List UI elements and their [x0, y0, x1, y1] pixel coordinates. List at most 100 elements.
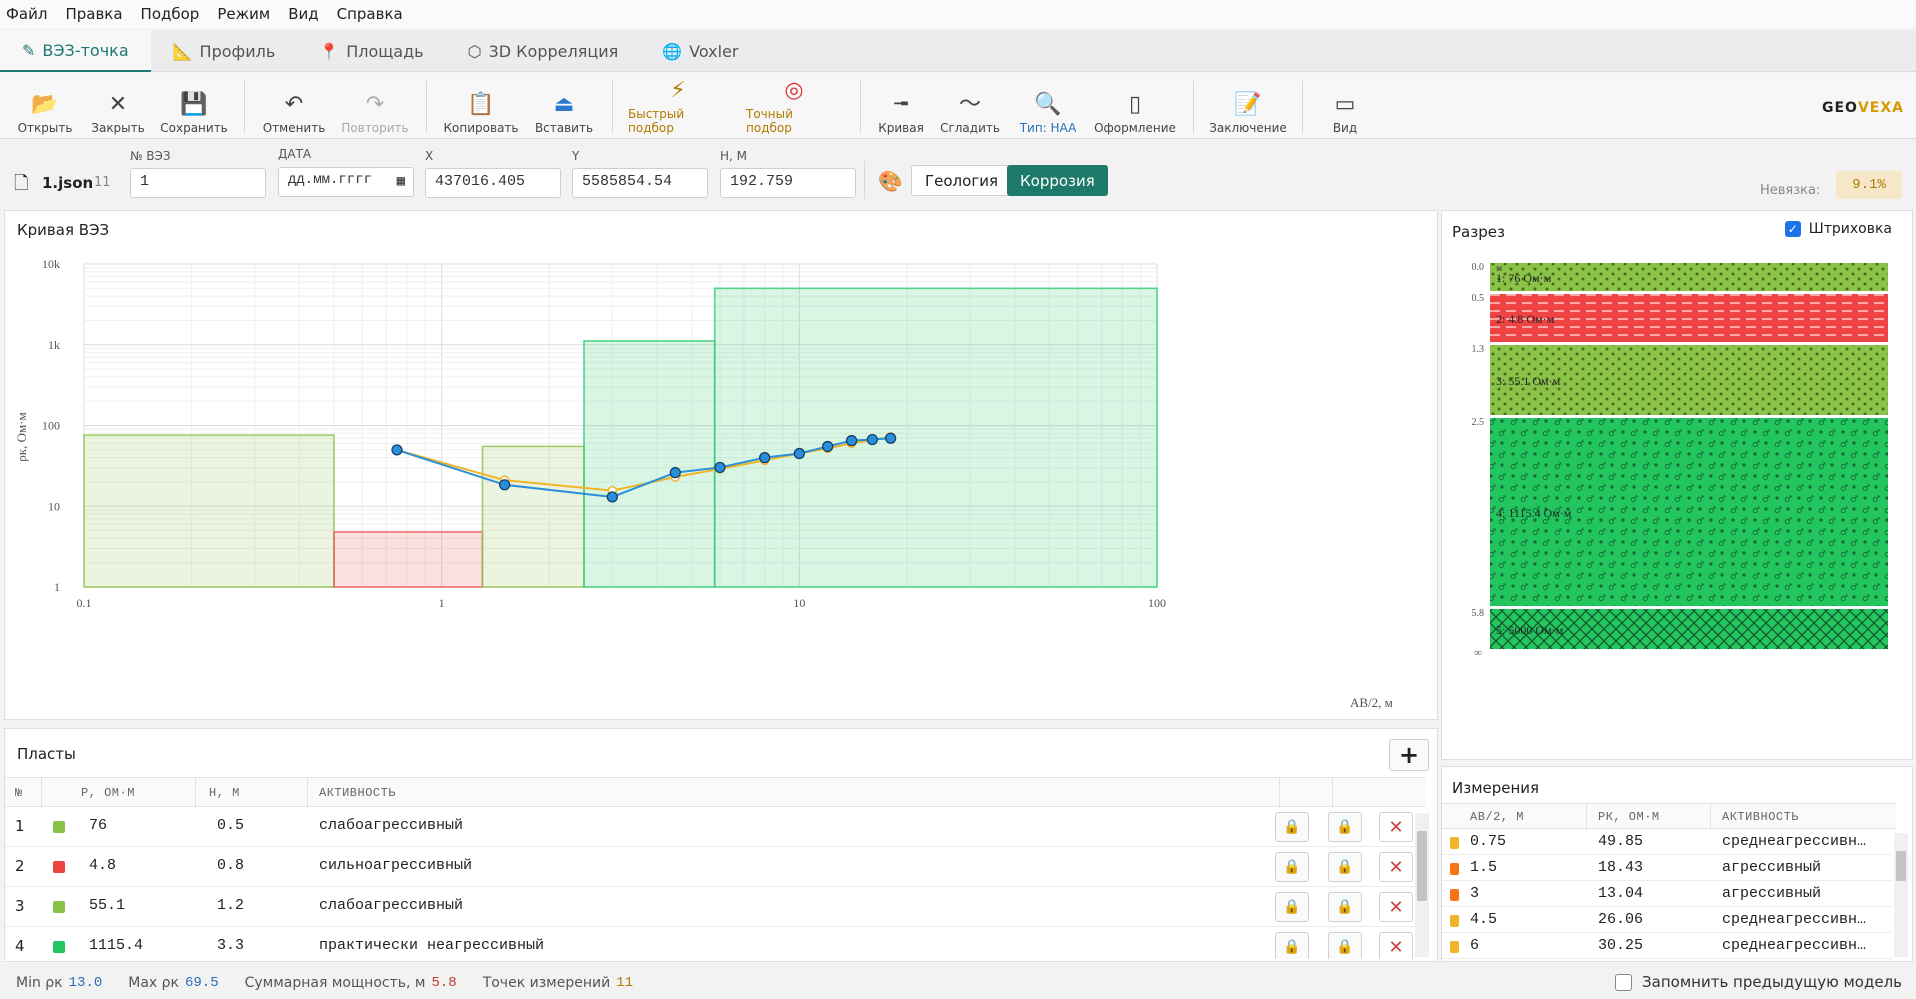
tab-voxler[interactable]: 🌐 Voxler — [640, 30, 760, 72]
target-icon: ◎ — [784, 78, 804, 103]
measurements-scrollbar[interactable] — [1894, 833, 1908, 957]
layers-scrollbar[interactable] — [1415, 813, 1429, 957]
tab-vez-point[interactable]: ✎ ВЭЗ-точка — [0, 30, 151, 72]
lock-thickness-button[interactable]: 🔒 — [1328, 932, 1362, 959]
hatch-checkbox[interactable]: ✓ — [1784, 221, 1801, 237]
table-row[interactable]: 1.5 18.43 агрессивный — [1442, 855, 1892, 881]
add-layer-button[interactable]: + — [1389, 739, 1429, 771]
date-input[interactable]: дд.мм.гггг ▦ — [278, 167, 414, 197]
row-rho[interactable]: 4.8 — [89, 857, 116, 874]
corrosion-button[interactable]: Коррозия — [1007, 165, 1108, 196]
table-row[interactable]: 3 55.1 1.2 слабоагрессивный 🔒 🔒 ✕ — [5, 887, 1415, 927]
table-row[interactable]: 1 76 0.5 слабоагрессивный 🔒 🔒 ✕ — [5, 807, 1415, 847]
row-thickness[interactable]: 0.8 — [217, 857, 244, 874]
quick-fit-button[interactable]: ⚡ Быстрый подбор — [628, 77, 728, 135]
redo-button[interactable]: ↷ Повторить — [341, 77, 408, 135]
geology-button[interactable]: Геология — [911, 165, 1012, 196]
row-rk[interactable]: 18.43 — [1598, 859, 1643, 876]
lock-rho-button[interactable]: 🔒 — [1275, 812, 1309, 842]
design-button[interactable]: ▯ Оформление — [1094, 77, 1176, 135]
date-placeholder: дд.мм.гггг — [288, 172, 373, 188]
table-row[interactable]: 3 13.04 агрессивный — [1442, 881, 1892, 907]
calendar-icon[interactable]: ▦ — [397, 173, 405, 190]
model-layer-rect — [83, 434, 335, 588]
view-button[interactable]: ▭ Вид — [1322, 77, 1368, 135]
row-color-swatch — [53, 861, 65, 873]
remember-model-toggle[interactable]: Запомнить предыдущую модель — [1615, 973, 1902, 991]
row-thickness[interactable]: 3.3 — [217, 937, 244, 954]
curve-button[interactable]: ╼ Кривая — [876, 77, 926, 135]
toolbar-divider — [1193, 81, 1194, 133]
scroll-thumb[interactable] — [1417, 831, 1427, 901]
row-rho[interactable]: 76 — [89, 817, 107, 834]
table-row[interactable]: 0.75 49.85 среднеагрессивн… — [1442, 829, 1892, 855]
copy-button[interactable]: 📋 Копировать — [444, 77, 519, 135]
lock-thickness-button[interactable]: 🔒 — [1328, 812, 1362, 842]
measurement-point — [669, 467, 681, 479]
measurement-point — [759, 452, 771, 464]
row-thickness[interactable]: 1.2 — [217, 897, 244, 914]
row-number: 1 — [15, 817, 25, 835]
row-rk[interactable]: 49.85 — [1598, 833, 1643, 850]
row-color-swatch — [1450, 889, 1459, 901]
curve-panel-title: Кривая ВЭЗ — [17, 221, 110, 239]
row-rk[interactable]: 30.25 — [1598, 937, 1643, 954]
type-button[interactable]: 🔍 Тип: HAA — [1016, 77, 1080, 135]
depth-label: 0.5 — [1472, 293, 1485, 304]
tab-profile[interactable]: 📐 Профиль — [151, 30, 298, 72]
paste-button[interactable]: ⏏ Вставить — [532, 77, 596, 135]
remember-model-checkbox[interactable] — [1615, 973, 1633, 991]
table-row[interactable]: 4 1115.4 3.3 практически неагрессивный 🔒 🔒 ✕ — [5, 927, 1415, 959]
row-activity: слабоагрессивный — [319, 897, 464, 914]
menu-view[interactable]: Вид — [288, 5, 318, 23]
y-input[interactable]: 5585854.54 — [572, 168, 708, 198]
h-input[interactable]: 192.759 — [720, 168, 856, 198]
tab-3d-correlation[interactable]: ⬡ 3D Корреляция — [446, 30, 641, 72]
palette-icon[interactable]: 🎨 — [878, 169, 903, 193]
section-layer-label: 3: 55.1 Ом·м — [1496, 374, 1561, 388]
smooth-button[interactable]: 〜 Сгладить — [940, 77, 1000, 135]
row-rk[interactable]: 26.06 — [1598, 911, 1643, 928]
date-label: ДАТА — [278, 147, 312, 161]
table-row[interactable]: 4.5 26.06 среднеагрессивн… — [1442, 907, 1892, 933]
row-color-swatch — [53, 901, 65, 913]
table-row[interactable]: 6 30.25 среднеагрессивн… — [1442, 933, 1892, 959]
exact-fit-button[interactable]: ◎ Точный подбор — [746, 77, 842, 135]
delete-layer-button[interactable]: ✕ — [1379, 812, 1413, 842]
menu-file[interactable]: Файл — [6, 5, 47, 23]
section-layer-label: 2: 4.8 Ом·м — [1496, 312, 1555, 326]
max-rk-value: 69.5 — [185, 974, 219, 991]
lock-rho-button[interactable]: 🔒 — [1275, 932, 1309, 959]
conclusion-button[interactable]: 📝 Заключение — [1209, 77, 1287, 135]
lock-thickness-button[interactable]: 🔒 — [1328, 852, 1362, 882]
lock-rho-button[interactable]: 🔒 — [1275, 892, 1309, 922]
scroll-thumb[interactable] — [1896, 851, 1906, 881]
table-row[interactable]: 2 4.8 0.8 сильноагрессивный 🔒 🔒 ✕ — [5, 847, 1415, 887]
row-rho[interactable]: 1115.4 — [89, 937, 143, 954]
lock-thickness-button[interactable]: 🔒 — [1328, 892, 1362, 922]
menu-fit[interactable]: Подбор — [141, 5, 200, 23]
vez-curve-chart[interactable]: 0.1 1 10 100 1 10 100 1k 10k AB/2, м ρк, Ом·м — [10, 247, 1432, 717]
delete-layer-button[interactable]: ✕ — [1379, 892, 1413, 922]
open-button[interactable]: 📂 Открыть — [18, 77, 73, 135]
tab-area[interactable]: 📍 Площадь — [297, 30, 445, 72]
row-rho[interactable]: 55.1 — [89, 897, 125, 914]
menu-help[interactable]: Справка — [337, 5, 403, 23]
lock-rho-button[interactable]: 🔒 — [1275, 852, 1309, 882]
section-layers: 0.0 1: 76 Ом·м 0.5 2: 4.8 Ом·м 1.3 3: 55.1 Ом… — [1472, 262, 1888, 659]
hatch-toggle[interactable]: ✓ Штриховка — [1784, 221, 1892, 237]
menu-mode[interactable]: Режим — [217, 5, 270, 23]
layers-table-body: 1 76 0.5 слабоагрессивный 🔒 🔒 ✕ 2 4.8 0.8 сильноаг… — [5, 807, 1420, 959]
save-button[interactable]: 💾 Сохранить — [160, 77, 228, 135]
row-rk[interactable]: 13.04 — [1598, 885, 1643, 902]
undo-button[interactable]: ↶ Отменить — [262, 77, 326, 135]
delete-layer-button[interactable]: ✕ — [1379, 852, 1413, 882]
x-label: X — [425, 149, 434, 163]
toolbar-divider — [244, 81, 245, 133]
x-input[interactable]: 437016.405 — [425, 168, 561, 198]
delete-layer-button[interactable]: ✕ — [1379, 932, 1413, 959]
vez-number-input[interactable]: 1 — [130, 168, 266, 198]
menu-edit[interactable]: Правка — [65, 5, 122, 23]
close-button[interactable]: ✕ Закрыть — [88, 77, 148, 135]
row-thickness[interactable]: 0.5 — [217, 817, 244, 834]
